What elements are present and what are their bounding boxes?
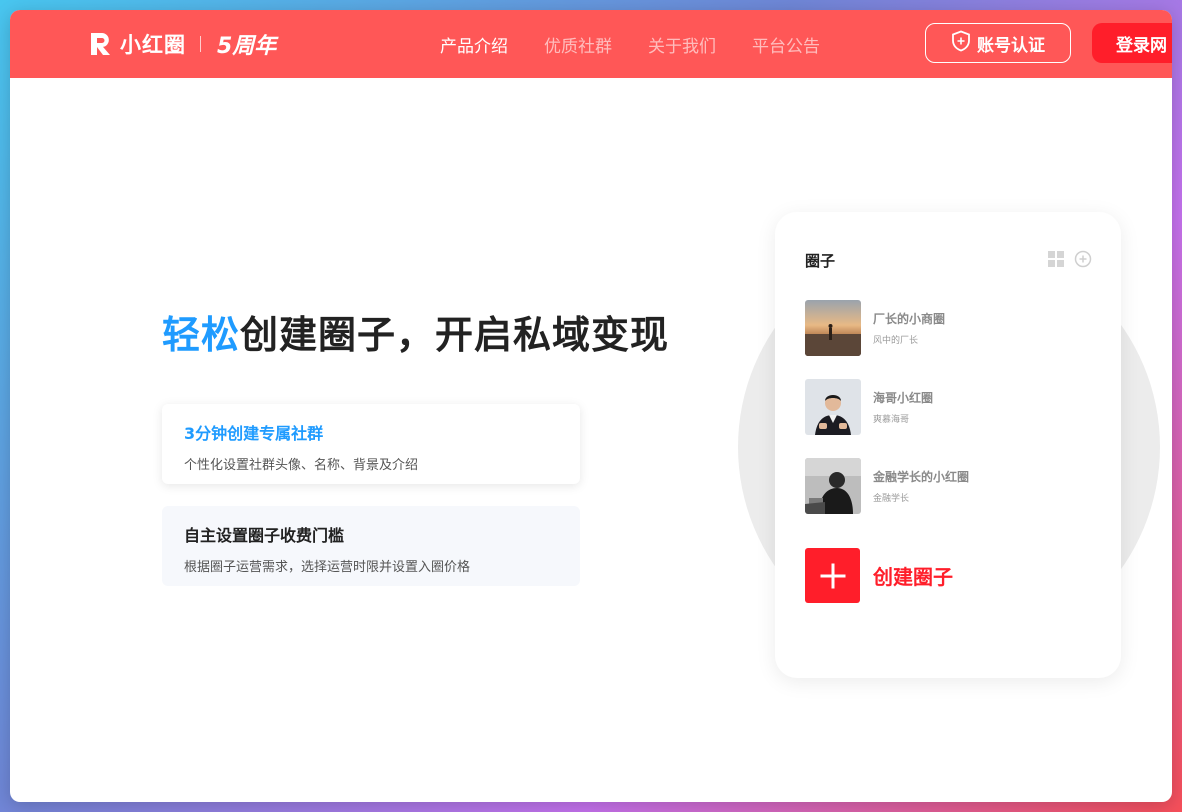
circle-owner: 金融学长 xyxy=(873,494,910,504)
grid-icon[interactable] xyxy=(1048,251,1064,267)
circle-avatar xyxy=(805,300,861,356)
circle-list-card: 圈子 厂长的小商圈 风中的厂长 海哥小红圈 爽慕海哥 金融学长的小红圈 金融学长… xyxy=(775,212,1121,678)
login-button[interactable]: 登录网 xyxy=(1092,23,1172,63)
circle-avatar xyxy=(805,458,861,514)
card-title: 圈子 xyxy=(805,252,836,270)
main-nav: 产品介绍 优质社群 关于我们 平台公告 xyxy=(440,10,856,78)
circle-owner: 风中的厂长 xyxy=(873,336,919,346)
circle-avatar xyxy=(805,379,861,435)
nav-about-us[interactable]: 关于我们 xyxy=(648,32,716,57)
nav-quality-communities[interactable]: 优质社群 xyxy=(544,32,612,57)
site-logo[interactable]: 小红圈 5周年 xyxy=(88,30,277,59)
hero-title-rest: 创建圈子，开启私域变现 xyxy=(240,313,670,357)
account-verify-label: 账号认证 xyxy=(977,35,1045,56)
feature-card-pricing[interactable]: 自主设置圈子收费门槛 根据圈子运营需求，选择运营时限并设置入圈价格 xyxy=(162,506,580,586)
hero-title-accent: 轻松 xyxy=(162,313,241,357)
browser-window: 小红圈 5周年 产品介绍 优质社群 关于我们 平台公告 账号认证 登录网 轻松创… xyxy=(10,10,1172,802)
create-circle-label: 创建圈子 xyxy=(873,565,953,589)
account-verify-button[interactable]: 账号认证 xyxy=(925,23,1071,63)
nav-product-intro[interactable]: 产品介绍 xyxy=(440,32,508,57)
plus-icon xyxy=(805,548,860,603)
anniversary-badge: 5周年 xyxy=(217,34,277,59)
logo-text: 小红圈 xyxy=(120,33,186,57)
circle-name: 海哥小红圈 xyxy=(873,391,934,405)
feature-card-create[interactable]: 3分钟创建专属社群 个性化设置社群头像、名称、背景及介绍 xyxy=(162,404,580,484)
create-circle-button[interactable]: 创建圈子 xyxy=(805,548,953,603)
circle-item[interactable]: 海哥小红圈 爽慕海哥 xyxy=(805,379,1095,435)
circle-item[interactable]: 金融学长的小红圈 金融学长 xyxy=(805,458,1095,514)
plus-circle-icon[interactable] xyxy=(1074,250,1092,268)
circle-owner: 爽慕海哥 xyxy=(873,415,910,425)
circle-item[interactable]: 厂长的小商圈 风中的厂长 xyxy=(805,300,1095,356)
top-navbar: 小红圈 5周年 产品介绍 优质社群 关于我们 平台公告 账号认证 登录网 xyxy=(10,10,1172,78)
nav-announcements[interactable]: 平台公告 xyxy=(752,32,820,57)
shield-icon xyxy=(951,30,971,56)
r-logo-icon xyxy=(88,31,114,57)
feature-title: 3分钟创建专属社群 xyxy=(184,424,324,443)
circle-name: 金融学长的小红圈 xyxy=(873,470,970,484)
feature-title: 自主设置圈子收费门槛 xyxy=(184,526,345,545)
hero-title: 轻松创建圈子，开启私域变现 xyxy=(162,304,669,359)
logo-divider xyxy=(200,36,201,52)
feature-desc: 根据圈子运营需求，选择运营时限并设置入圈价格 xyxy=(184,560,471,575)
circle-name: 厂长的小商圈 xyxy=(873,312,946,326)
feature-desc: 个性化设置社群头像、名称、背景及介绍 xyxy=(184,458,419,473)
